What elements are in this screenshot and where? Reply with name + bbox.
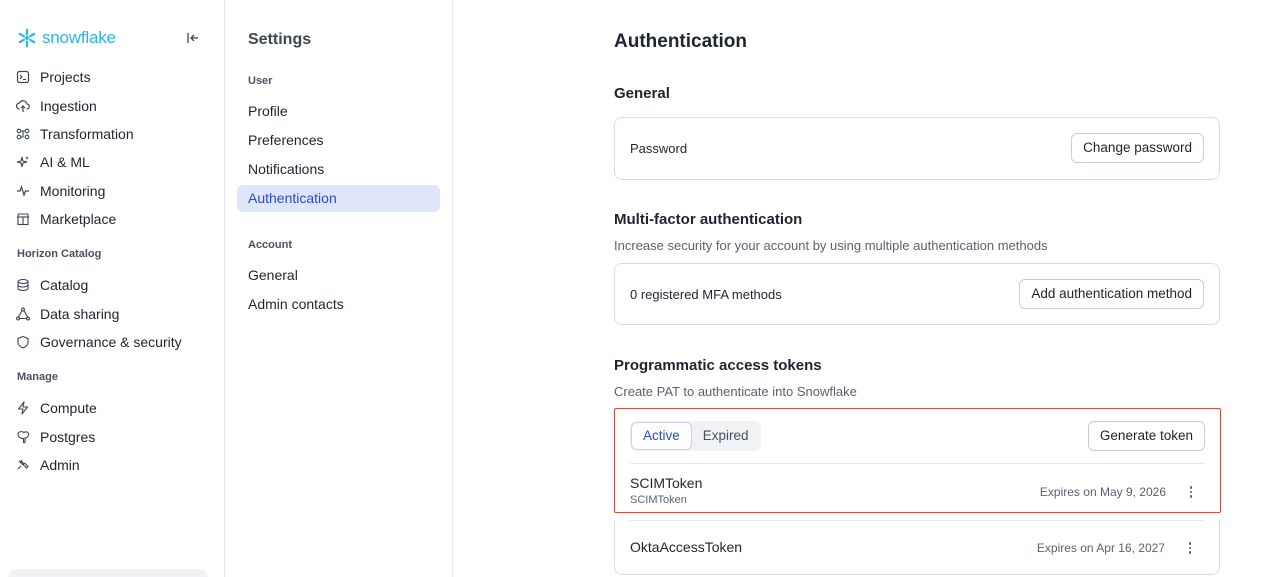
more-options-icon[interactable] [1182, 539, 1198, 557]
admin-icon [17, 459, 29, 470]
nav-item-postgres[interactable]: Postgres [16, 426, 211, 448]
settings-item-notifications[interactable]: Notifications [237, 156, 440, 183]
share-icon [16, 307, 30, 321]
nav-item-label: Compute [40, 400, 97, 416]
password-card: Password Change password [614, 117, 1220, 180]
nav-item-label: Monitoring [40, 183, 106, 199]
main-content: Authentication General Password Change p… [454, 0, 1280, 577]
nav-item-label: Transformation [40, 126, 134, 142]
postgres-icon [17, 431, 30, 444]
nav-item-ai-ml[interactable]: AI & ML [16, 151, 211, 173]
ingestion-icon [16, 100, 30, 112]
token-expiry: Expires on May 9, 2026 [1039, 485, 1166, 499]
pat-card: Active Expired Generate token SCIMToken … [614, 408, 1221, 513]
settings-section-account: Account [248, 239, 292, 251]
marketplace-icon [16, 213, 30, 226]
settings-menu: Settings User Profile Preferences Notifi… [226, 0, 453, 577]
pat-description: Create PAT to authenticate into Snowflak… [614, 384, 857, 399]
logo[interactable]: snowflake [16, 27, 206, 49]
mfa-description: Increase security for your account by us… [614, 238, 1048, 253]
nav-item-label: Governance & security [40, 334, 182, 350]
mfa-heading: Multi-factor authentication [614, 211, 803, 228]
brand-name: snowflake [42, 28, 116, 47]
token-name: SCIMToken [630, 475, 703, 491]
token-status-tabs: Active Expired [630, 421, 761, 451]
more-options-icon[interactable] [1183, 483, 1199, 501]
snowflake-logo-icon [18, 28, 36, 48]
collapse-sidebar-icon[interactable] [184, 29, 202, 47]
nav-item-transformation[interactable]: Transformation [16, 123, 211, 145]
settings-item-general[interactable]: General [237, 262, 440, 289]
left-nav: snowflake Projects Ingestion Transformat… [0, 0, 225, 577]
token-subtitle: SCIMToken [630, 494, 687, 506]
token-expiry: Expires on Apr 16, 2027 [1036, 541, 1165, 555]
change-password-button[interactable]: Change password [1071, 133, 1204, 163]
settings-item-preferences[interactable]: Preferences [237, 127, 440, 154]
nav-footer[interactable] [8, 569, 208, 577]
generate-token-button[interactable]: Generate token [1087, 421, 1205, 451]
pulse-icon [17, 185, 29, 197]
nav-item-label: Marketplace [40, 211, 117, 227]
sparkle-icon [16, 156, 29, 168]
database-icon [17, 278, 29, 292]
settings-item-authentication[interactable]: Authentication [237, 185, 440, 212]
add-authentication-method-button[interactable]: Add authentication method [1019, 279, 1204, 309]
nav-item-label: Data sharing [40, 306, 120, 322]
nav-item-governance[interactable]: Governance & security [16, 331, 211, 353]
settings-item-admin-contacts[interactable]: Admin contacts [237, 291, 440, 318]
nav-item-projects[interactable]: Projects [16, 66, 211, 88]
nav-item-compute[interactable]: Compute [16, 397, 211, 419]
nav-item-monitoring[interactable]: Monitoring [16, 180, 211, 202]
nav-item-marketplace[interactable]: Marketplace [16, 208, 211, 230]
nav-item-label: Catalog [40, 277, 89, 293]
nav-item-label: AI & ML [40, 154, 90, 170]
settings-section-user: User [248, 75, 273, 87]
password-label: Password [630, 141, 688, 156]
general-heading: General [614, 85, 670, 102]
mfa-card: 0 registered MFA methods Add authenticat… [614, 263, 1220, 325]
settings-title: Settings [248, 31, 312, 48]
token-row: OktaAccessToken Expires on Apr 16, 2027 [614, 520, 1220, 575]
mfa-count-label: 0 registered MFA methods [630, 287, 782, 302]
token-name: OktaAccessToken [630, 539, 743, 555]
nav-section-manage: Manage [17, 371, 58, 383]
bolt-icon [17, 401, 29, 415]
page-title: Authentication [614, 31, 747, 52]
settings-item-profile[interactable]: Profile [237, 98, 440, 125]
nav-item-label: Postgres [40, 429, 96, 445]
nav-item-label: Admin [40, 457, 80, 473]
projects-icon [16, 70, 30, 84]
pat-heading: Programmatic access tokens [614, 357, 822, 374]
tab-expired[interactable]: Expired [692, 422, 760, 450]
tab-active[interactable]: Active [631, 422, 692, 450]
nav-item-catalog[interactable]: Catalog [16, 274, 211, 296]
divider [630, 463, 1205, 464]
nav-item-label: Ingestion [40, 98, 97, 114]
nav-item-data-sharing[interactable]: Data sharing [16, 303, 211, 325]
shield-icon [17, 335, 29, 349]
nav-item-label: Projects [40, 69, 91, 85]
transformation-icon [16, 128, 30, 140]
nav-item-ingestion[interactable]: Ingestion [16, 95, 211, 117]
nav-section-horizon: Horizon Catalog [17, 248, 102, 260]
nav-item-admin[interactable]: Admin [16, 454, 211, 476]
